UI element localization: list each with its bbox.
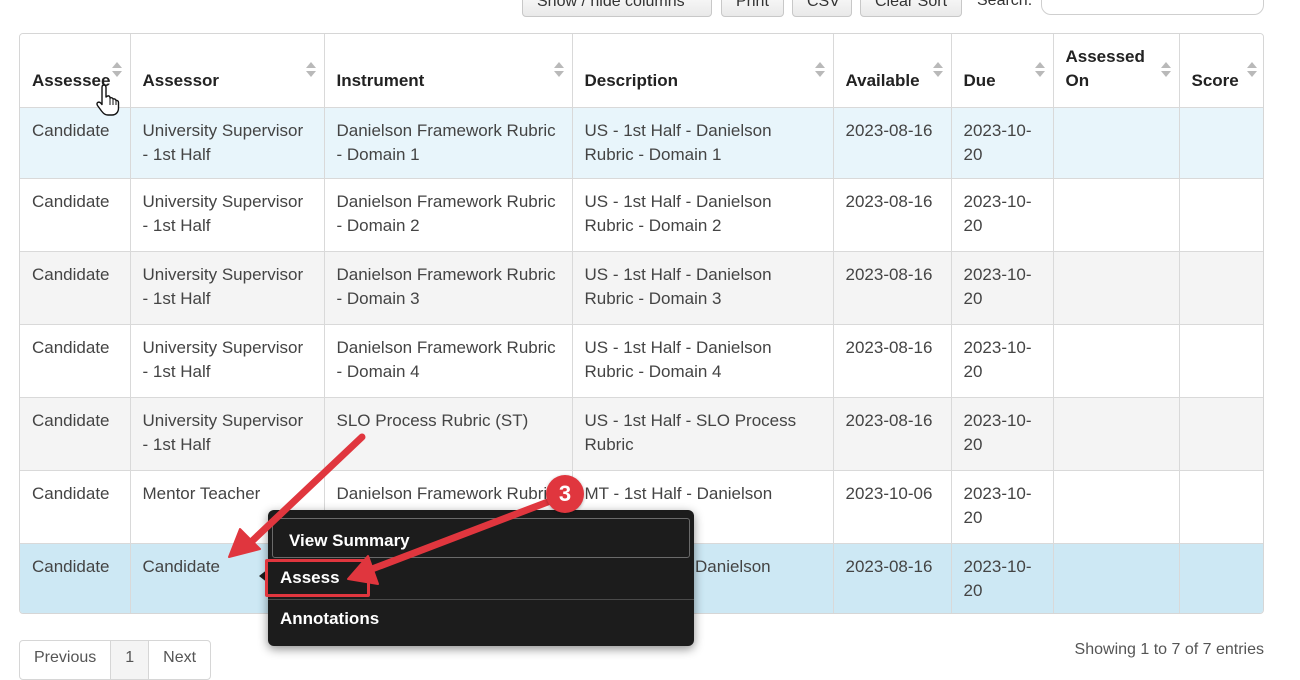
table-cell (1053, 177, 1180, 251)
view-summary-menu-item[interactable]: View Summary (272, 518, 690, 558)
sort-arrows-icon[interactable] (1160, 62, 1171, 80)
assess-highlight-box (265, 559, 370, 597)
search-input[interactable] (1041, 0, 1264, 15)
table-cell (1053, 250, 1180, 324)
column-header-label: Due (963, 70, 996, 90)
table-cell (1053, 396, 1180, 470)
table-cell: Danielson Framework Rubric - Domain 3 (324, 250, 573, 324)
table-cell: 2023-08-16 (833, 396, 952, 470)
sort-arrows-icon[interactable] (111, 62, 122, 80)
table-cell: US - 1st Half - Danielson Rubric - Domai… (572, 177, 834, 251)
show-hide-columns-button[interactable]: Show / hide columns (522, 0, 712, 17)
csv-button[interactable]: CSV (792, 0, 852, 17)
entries-info: Showing 1 to 7 of 7 entries (1074, 641, 1264, 658)
column-header-label: Available (845, 70, 920, 90)
print-button[interactable]: Print (721, 0, 784, 17)
clear-sort-button[interactable]: Clear Sort (860, 0, 962, 17)
sort-arrows-icon[interactable] (553, 62, 564, 80)
column-header-assessor[interactable]: Assessor (130, 34, 325, 107)
table-cell: US - 1st Half - Danielson Rubric - Domai… (572, 323, 834, 397)
search-label: Search: (977, 0, 1033, 9)
table-row[interactable]: Candidate University Supervisor - 1st Hal… (20, 177, 1263, 251)
menu-divider (268, 599, 694, 600)
table-cell: 2023-10-20 (951, 396, 1054, 470)
table-cell: University Supervisor - 1st Half (130, 250, 325, 324)
table-cell (1053, 106, 1180, 178)
column-header-label: Description (584, 70, 679, 90)
column-header-available[interactable]: Available (833, 34, 952, 107)
table-toolbar: Show / hide columns Print CSV Clear Sort… (0, 0, 1300, 20)
pagination: Previous 1 Next (19, 640, 212, 680)
table-cell: 2023-10-20 (951, 250, 1054, 324)
previous-page-button[interactable]: Previous (20, 641, 112, 679)
table-cell: Candidate (20, 469, 131, 543)
table-cell (1179, 106, 1263, 178)
page-1-button[interactable]: 1 (111, 641, 150, 679)
column-header-score[interactable]: Score (1179, 34, 1263, 107)
table-cell: 2023-10-06 (833, 469, 952, 543)
table-cell (1179, 177, 1263, 251)
sort-arrows-icon[interactable] (305, 62, 316, 80)
column-header-due[interactable]: Due (951, 34, 1054, 107)
column-header-label: Instrument (336, 70, 425, 90)
table-cell: 2023-08-16 (833, 323, 952, 397)
table-cell (1053, 542, 1180, 613)
table-cell: 2023-10-20 (951, 469, 1054, 543)
table-cell: University Supervisor - 1st Half (130, 323, 325, 397)
table-cell: Danielson Framework Rubric - Domain 2 (324, 177, 573, 251)
table-row[interactable]: Candidate University Supervisor - 1st Hal… (20, 106, 1263, 178)
table-cell: 2023-10-20 (951, 177, 1054, 251)
table-cell: 2023-10-20 (951, 323, 1054, 397)
column-header-label: Score (1191, 70, 1239, 90)
table-row[interactable]: Candidate University Supervisor - 1st Hal… (20, 250, 1263, 324)
table-cell: Candidate (20, 323, 131, 397)
table-cell: 2023-08-16 (833, 106, 952, 178)
step-number-badge: 3 (546, 475, 584, 513)
hand-cursor-icon (96, 84, 120, 116)
table-cell: 2023-08-16 (833, 542, 952, 613)
table-cell: University Supervisor - 1st Half (130, 396, 325, 470)
table-cell (1179, 542, 1263, 613)
table-cell (1179, 396, 1263, 470)
table-cell (1179, 469, 1263, 543)
table-cell: 2023-08-16 (833, 177, 952, 251)
table-cell: Candidate (20, 250, 131, 324)
table-cell (1179, 323, 1263, 397)
table-header: Assessee Assessor Instrument Description Ava… (20, 34, 1263, 107)
column-header-description[interactable]: Description (572, 34, 834, 107)
table-cell: Candidate (20, 106, 131, 178)
column-header-instrument[interactable]: Instrument (324, 34, 573, 107)
table-cell (1053, 323, 1180, 397)
table-cell: US - 1st Half - Danielson Rubric - Domai… (572, 250, 834, 324)
table-cell: 2023-10-20 (951, 106, 1054, 178)
table-cell: Candidate (20, 177, 131, 251)
annotations-menu-item[interactable]: Annotations (268, 609, 694, 639)
table-cell: 2023-10-20 (951, 542, 1054, 613)
table-cell: SLO Process Rubric (ST) (324, 396, 573, 470)
table-cell: University Supervisor - 1st Half (130, 177, 325, 251)
column-header-label: Assessor (142, 70, 220, 90)
table-row[interactable]: Candidate University Supervisor - 1st Hal… (20, 396, 1263, 470)
table-cell: Danielson Framework Rubric - Domain 1 (324, 106, 573, 178)
column-header-label: Assessed On (1065, 46, 1145, 90)
sort-arrows-icon[interactable] (814, 62, 825, 80)
table-cell: US - 1st Half - Danielson Rubric - Domai… (572, 106, 834, 178)
table-cell (1179, 250, 1263, 324)
table-cell: University Supervisor - 1st Half (130, 106, 325, 178)
column-header-assessed-on[interactable]: Assessed On (1053, 34, 1180, 107)
table-cell: Candidate (20, 542, 131, 613)
sort-arrows-icon[interactable] (1034, 62, 1045, 80)
table-row[interactable]: Candidate University Supervisor - 1st Hal… (20, 323, 1263, 397)
table-cell: Danielson Framework Rubric - Domain 4 (324, 323, 573, 397)
table-cell: Candidate (20, 396, 131, 470)
table-cell: 2023-08-16 (833, 250, 952, 324)
table-cell (1053, 469, 1180, 543)
next-page-button[interactable]: Next (149, 641, 210, 679)
table-cell: US - 1st Half - SLO Process Rubric (572, 396, 834, 470)
sort-arrows-icon[interactable] (1247, 62, 1257, 80)
sort-arrows-icon[interactable] (932, 62, 943, 80)
